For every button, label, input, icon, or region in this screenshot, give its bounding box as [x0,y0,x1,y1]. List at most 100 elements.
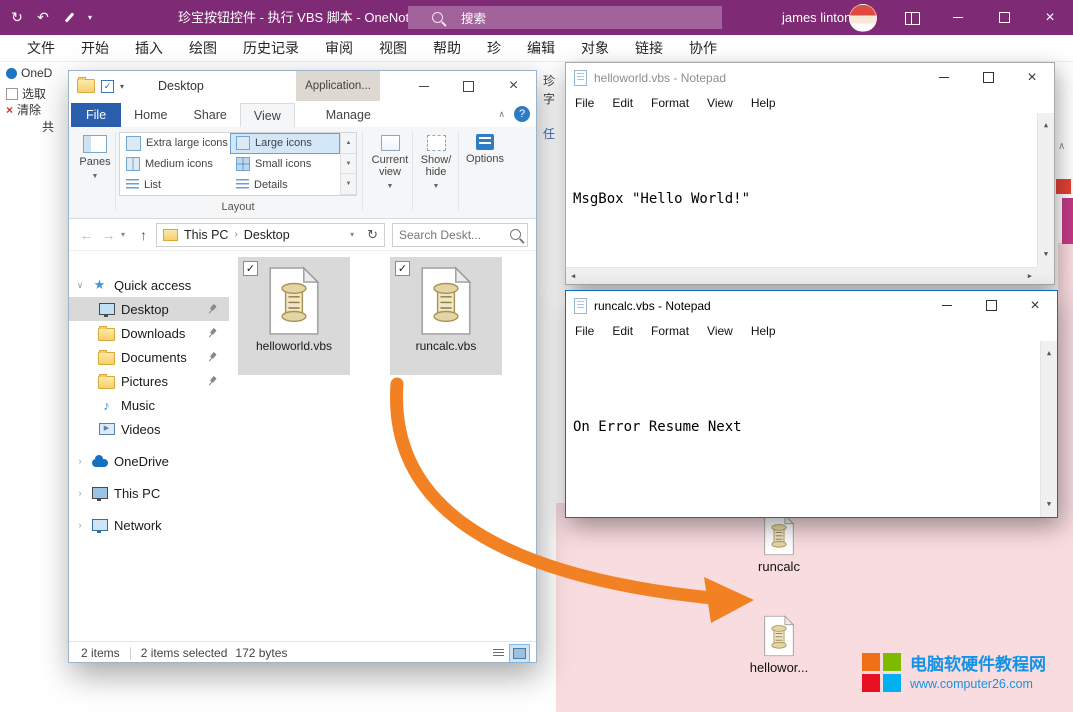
refresh-icon[interactable]: ↻ [367,227,378,243]
file-item-runcalc[interactable]: ✓ runcalc.vbs [390,257,502,375]
chevron-right-icon[interactable]: › [75,456,85,466]
desktop-icon-runcalc[interactable]: runcalc [739,514,819,574]
pen-icon[interactable] [56,0,82,35]
explorer-maximize-button[interactable] [446,71,491,101]
sidebar-item-onedrive[interactable]: › OneDrive [69,449,229,473]
chevron-down-icon[interactable]: ∨ [75,280,85,291]
tab-insert[interactable]: 插入 [122,35,176,61]
maximize-button[interactable] [981,0,1027,35]
menu-view[interactable]: View [698,324,742,338]
explorer-tab-manage[interactable]: Manage [313,103,384,127]
vertical-scrollbar[interactable]: ▲ ▼ [1037,113,1054,267]
sidebar-item-downloads[interactable]: Downloads [69,321,229,345]
show-hide-button[interactable]: Show/ hide ▼ [415,132,457,206]
tab-object[interactable]: 对象 [568,35,622,61]
layout-option-small-icons[interactable]: Small icons [230,154,340,175]
current-view-button[interactable]: Current view ▼ [367,132,413,206]
notepad-text-area[interactable]: On Error Resume Next set wshshell=create… [566,341,1057,517]
explorer-tab-view[interactable]: View [240,103,295,127]
breadcrumb-root[interactable]: This PC [184,228,228,242]
gallery-more-icon[interactable]: ▼ [341,174,356,195]
file-list-area[interactable]: ✓ helloworld.vbs ✓ [229,251,536,641]
contextual-tab-application-tools[interactable]: Application... [296,71,380,101]
minimize-button[interactable] [935,0,981,35]
tab-link[interactable]: 链接 [622,35,676,61]
up-icon[interactable]: ↑ [134,227,153,243]
menu-format[interactable]: Format [642,324,698,338]
menu-edit[interactable]: Edit [603,324,642,338]
tab-file[interactable]: 文件 [14,35,68,61]
tab-history[interactable]: 历史记录 [230,35,312,61]
scroll-up-icon[interactable]: ∧ [1058,141,1065,152]
explorer-minimize-button[interactable] [401,71,446,101]
tab-edit[interactable]: 编辑 [514,35,568,61]
layout-option-list[interactable]: List [120,174,230,195]
onenote-search-box[interactable]: 搜索 [408,6,722,29]
notepad-close-button[interactable]: × [1013,291,1057,320]
options-button[interactable]: Options [461,132,509,206]
help-icon[interactable]: ? [514,106,530,122]
tab-collaborate[interactable]: 协作 [676,35,730,61]
selection-checkbox[interactable]: ✓ [395,261,410,276]
layout-option-medium-icons[interactable]: Medium icons [120,154,230,175]
tab-zhen[interactable]: 珍 [474,35,514,61]
onenote-page-tab-marker[interactable] [1056,179,1071,194]
notepad-maximize-button[interactable] [969,291,1013,320]
notepad-maximize-button[interactable] [966,63,1010,92]
scroll-left-icon[interactable]: ◀ [571,267,575,285]
qat-caret-icon[interactable]: ▾ [120,82,124,91]
details-view-toggle[interactable] [488,644,509,663]
sidebar-item-network[interactable]: › Network [69,513,229,537]
layout-option-large-icons[interactable]: Large icons [230,133,340,154]
scroll-right-icon[interactable]: ▶ [1028,267,1032,285]
address-dropdown-caret-icon[interactable]: ▾ [350,230,360,239]
notepad-minimize-button[interactable] [922,63,966,92]
tab-view[interactable]: 视图 [366,35,420,61]
qat-checkbox-icon[interactable]: ✓ [101,80,114,93]
tab-help[interactable]: 帮助 [420,35,474,61]
forward-icon[interactable]: → [99,227,118,243]
gallery-scroll-down-icon[interactable]: ▼ [341,154,356,175]
tab-home[interactable]: 开始 [68,35,122,61]
scroll-down-icon[interactable]: ▼ [1044,245,1048,264]
address-field[interactable]: This PC › Desktop ▾ ↻ [156,223,385,247]
selection-checkbox[interactable]: ✓ [243,261,258,276]
sidebar-item-quick-access[interactable]: ∨ ★ Quick access [69,273,229,297]
horizontal-scrollbar[interactable]: ◀ ▶ [566,267,1037,284]
sidebar-item-this-pc[interactable]: › This PC [69,481,229,505]
thumbnail-view-toggle[interactable] [509,644,530,663]
close-button[interactable]: × [1027,0,1073,35]
explorer-search-input[interactable]: Search Deskt... [392,223,528,247]
file-item-helloworld[interactable]: ✓ helloworld.vbs [238,257,350,375]
layout-option-details[interactable]: Details [230,174,340,195]
chevron-right-icon[interactable]: › [75,520,85,530]
breadcrumb-current[interactable]: Desktop [244,228,290,242]
user-name[interactable]: james linton [782,0,851,35]
scroll-up-icon[interactable]: ▲ [1047,344,1051,363]
tab-review[interactable]: 审阅 [312,35,366,61]
notepad-close-button[interactable]: × [1010,63,1054,92]
sidebar-item-music[interactable]: ♪ Music [69,393,229,417]
quick-access-toolbar-caret-icon[interactable]: ▾ [82,0,98,35]
scroll-down-icon[interactable]: ▼ [1047,495,1051,514]
gallery-scroll-up-icon[interactable]: ▲ [341,133,356,154]
back-icon[interactable]: ← [77,227,96,243]
desktop-icon-helloworld[interactable]: hellowor... [739,615,819,675]
scroll-up-icon[interactable]: ▲ [1044,116,1048,135]
collapse-ribbon-icon[interactable]: ∧ [498,109,505,120]
user-avatar[interactable] [849,4,877,32]
menu-help[interactable]: Help [742,324,785,338]
sync-icon[interactable]: ↻ [4,0,30,35]
menu-view[interactable]: View [698,96,742,110]
sidebar-item-videos[interactable]: ▶ Videos [69,417,229,441]
recent-locations-caret-icon[interactable]: ▾ [121,230,131,239]
sidebar-item-pictures[interactable]: Pictures [69,369,229,393]
menu-format[interactable]: Format [642,96,698,110]
tab-draw[interactable]: 绘图 [176,35,230,61]
panes-button[interactable]: Panes ▼ [74,132,116,206]
chevron-right-icon[interactable]: › [75,488,85,498]
layout-option-extra-large-icons[interactable]: Extra large icons [120,133,230,154]
menu-help[interactable]: Help [742,96,785,110]
sidebar-item-documents[interactable]: Documents [69,345,229,369]
menu-edit[interactable]: Edit [603,96,642,110]
